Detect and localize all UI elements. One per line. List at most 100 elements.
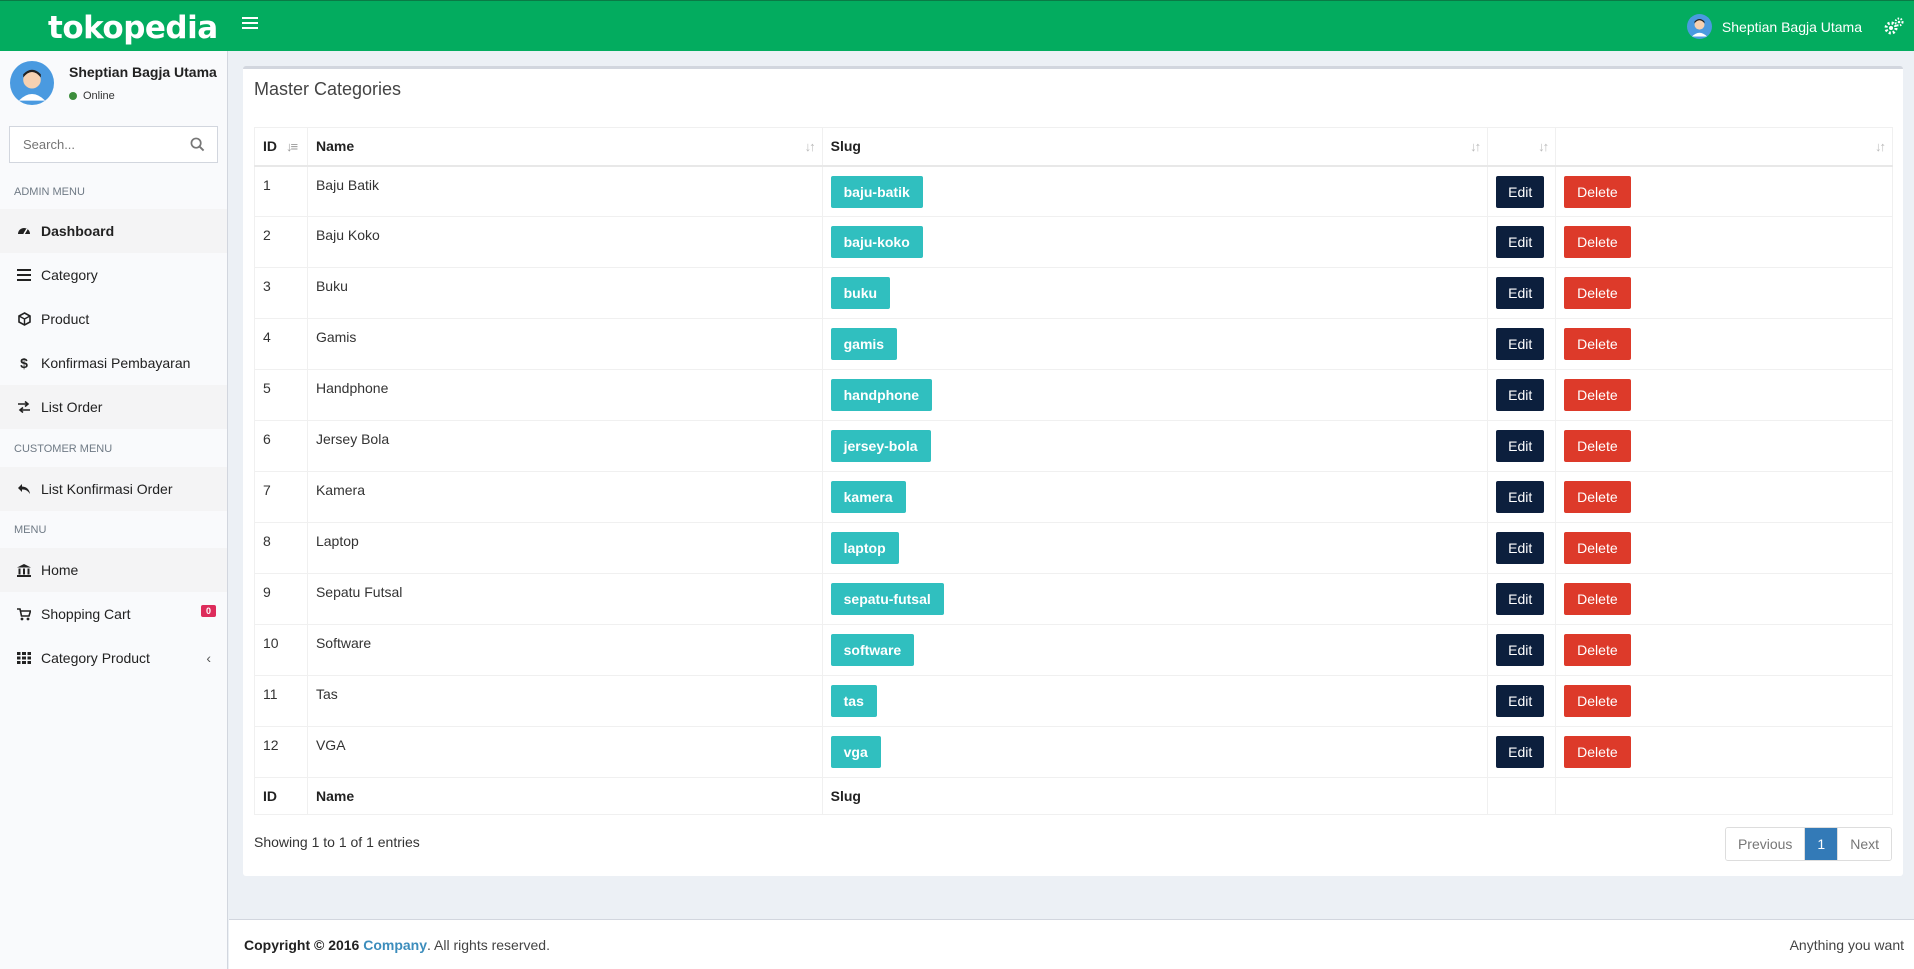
delete-button[interactable]: Delete (1564, 226, 1631, 258)
grid-icon (17, 651, 31, 665)
edit-button[interactable]: Edit (1496, 532, 1545, 564)
delete-button[interactable]: Delete (1564, 430, 1631, 462)
cell-name: Laptop (306, 522, 823, 574)
cell-delete: Delete (1555, 369, 1893, 421)
delete-button[interactable]: Delete (1564, 175, 1631, 208)
delete-button[interactable]: Delete (1564, 481, 1631, 513)
footer-column-slug: Slug (821, 777, 1489, 815)
cell-slug: baju-batik (821, 165, 1489, 217)
pagination-previous[interactable]: Previous (1725, 828, 1806, 860)
bank-icon (17, 563, 31, 577)
sidebar-item-product[interactable]: Product (0, 297, 227, 341)
cell-name: Buku (306, 267, 823, 319)
sidebar-item-list-order[interactable]: List Order (0, 385, 227, 429)
cell-name: Jersey Bola (306, 420, 823, 472)
sort-asc-icon: ↓≡ (286, 139, 298, 154)
cell-name: Baju Koko (306, 216, 823, 268)
edit-button[interactable]: Edit (1496, 175, 1545, 208)
cell-id: 10 (254, 624, 308, 676)
dashboard-icon (17, 224, 31, 238)
edit-button[interactable]: Edit (1496, 430, 1545, 462)
table-row: 3 Buku buku Edit Delete (254, 267, 1893, 319)
sidebar-toggle-icon[interactable] (242, 17, 258, 33)
delete-button[interactable]: Delete (1564, 583, 1631, 615)
cell-slug: software (821, 624, 1489, 676)
cell-name: Tas (306, 675, 823, 727)
search-input[interactable] (10, 127, 180, 162)
sidebar-item-category[interactable]: Category (0, 253, 227, 297)
delete-button[interactable]: Delete (1564, 685, 1631, 717)
header-user-menu[interactable]: Sheptian Bagja Utama (1686, 14, 1862, 39)
cell-slug: gamis (821, 318, 1489, 370)
edit-button[interactable]: Edit (1496, 481, 1545, 513)
pagination-next[interactable]: Next (1838, 828, 1891, 860)
list-icon (17, 268, 31, 282)
cell-id: 7 (254, 471, 308, 523)
column-header-delete[interactable]: ↓↑ (1555, 127, 1893, 167)
cell-name: Sepatu Futsal (306, 573, 823, 625)
sidebar-item-list-konfirmasi-order[interactable]: List Konfirmasi Order (0, 467, 227, 511)
sidebar-item-label: Home (41, 562, 79, 578)
sort-icon: ↓↑ (1470, 139, 1481, 154)
sort-icon: ↓↑ (804, 139, 816, 154)
cell-id: 9 (254, 573, 308, 625)
page-title: Master Categories (254, 79, 402, 99)
sidebar-item-home[interactable]: Home (0, 548, 227, 592)
cell-delete: Delete (1555, 165, 1893, 217)
header-user-name: Sheptian Bagja Utama (1721, 18, 1862, 35)
company-link[interactable]: Company (363, 937, 427, 953)
sidebar-item-shopping-cart[interactable]: Shopping Cart 0 (0, 592, 227, 636)
search-icon[interactable] (190, 137, 205, 152)
cell-id: 4 (254, 318, 308, 370)
column-header-edit[interactable]: ↓↑ (1487, 127, 1557, 167)
gears-icon[interactable] (1884, 16, 1904, 36)
edit-button[interactable]: Edit (1496, 277, 1545, 309)
pagination: Previous 1 Next (1724, 827, 1892, 861)
edit-button[interactable]: Edit (1496, 634, 1545, 666)
edit-button[interactable]: Edit (1496, 379, 1545, 411)
admin-menu-header: ADMIN MENU (14, 186, 85, 198)
edit-button[interactable]: Edit (1496, 685, 1545, 717)
pagination-page-1[interactable]: 1 (1805, 828, 1839, 860)
cell-edit: Edit (1487, 573, 1557, 625)
sidebar-item-dashboard[interactable]: Dashboard (0, 209, 227, 253)
cell-id: 11 (254, 675, 308, 727)
slug-label: sepatu-futsal (830, 583, 944, 615)
edit-button[interactable]: Edit (1496, 736, 1545, 768)
cell-name: Handphone (306, 369, 823, 421)
cell-delete: Delete (1555, 420, 1893, 472)
column-header-name[interactable]: Name ↓↑ (306, 127, 823, 167)
brand-logo[interactable]: tokopedia (48, 10, 218, 46)
sidebar-item-category-product[interactable]: Category Product ‹ (0, 636, 227, 680)
exchange-icon (17, 400, 31, 414)
edit-button[interactable]: Edit (1496, 328, 1545, 360)
cell-edit: Edit (1487, 471, 1557, 523)
sidebar-item-label: Category (41, 267, 98, 283)
cell-delete: Delete (1555, 624, 1893, 676)
cell-name: Baju Batik (306, 165, 823, 217)
column-header-id[interactable]: ID ↓≡ (254, 127, 308, 167)
slug-label: jersey-bola (830, 430, 931, 462)
slug-label: vga (830, 736, 881, 768)
footer-column-name: Name (306, 777, 823, 815)
edit-button[interactable]: Edit (1496, 226, 1545, 258)
edit-button[interactable]: Edit (1496, 583, 1545, 615)
slug-label: software (830, 634, 915, 666)
sidebar-item-konfirmasi-pembayaran[interactable]: $ Konfirmasi Pembayaran (0, 341, 227, 385)
cell-slug: vga (821, 726, 1489, 778)
delete-button[interactable]: Delete (1564, 736, 1631, 768)
delete-button[interactable]: Delete (1564, 379, 1631, 411)
cart-icon (17, 607, 31, 621)
cell-slug: buku (821, 267, 1489, 319)
cell-edit: Edit (1487, 726, 1557, 778)
delete-button[interactable]: Delete (1564, 277, 1631, 309)
cell-delete: Delete (1555, 267, 1893, 319)
cell-edit: Edit (1487, 216, 1557, 268)
delete-button[interactable]: Delete (1564, 328, 1631, 360)
sidebar-item-label: Product (41, 311, 90, 327)
table-row: 5 Handphone handphone Edit Delete (254, 369, 1893, 421)
delete-button[interactable]: Delete (1564, 532, 1631, 564)
delete-button[interactable]: Delete (1564, 634, 1631, 666)
column-header-slug[interactable]: Slug ↓↑ (821, 127, 1489, 167)
avatar (10, 61, 54, 105)
